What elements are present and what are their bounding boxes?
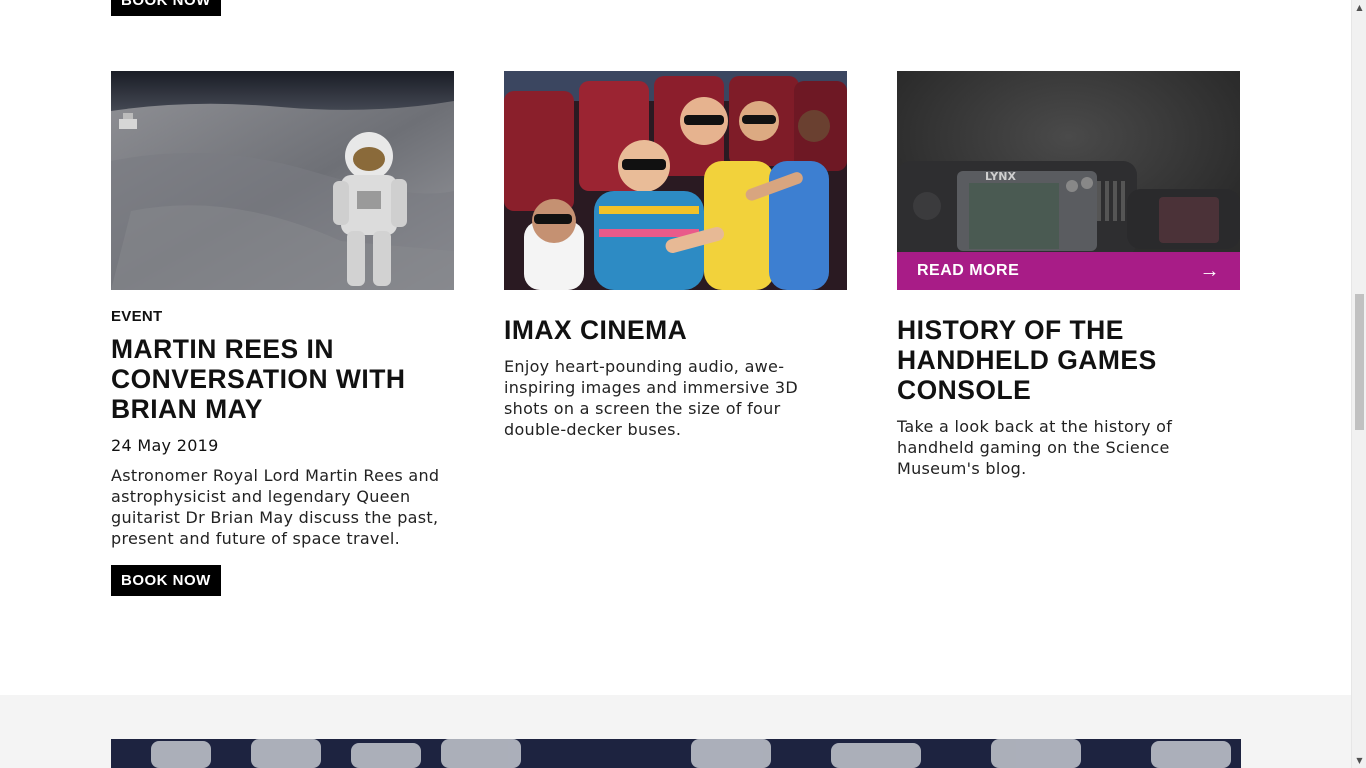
read-more-label: READ MORE xyxy=(917,262,1020,279)
children-3d-glasses-image[interactable] xyxy=(504,71,847,290)
event-date: 24 May 2019 xyxy=(111,436,219,455)
book-now-button-previous[interactable]: BOOK NOW xyxy=(111,0,221,16)
card-description: Astronomer Royal Lord Martin Rees and as… xyxy=(111,466,440,548)
scroll-down-icon[interactable]: ▼ xyxy=(1352,753,1366,768)
card-title[interactable]: MARTIN REES IN CONVERSATION WITH BRIAN M… xyxy=(111,334,447,424)
read-more-button[interactable]: READ MORE → xyxy=(897,252,1240,290)
scrollbar-thumb[interactable] xyxy=(1355,294,1364,430)
vertical-scrollbar[interactable]: ▲ ▼ xyxy=(1351,0,1366,768)
card-description: Take a look back at the history of handh… xyxy=(897,417,1173,478)
handheld-consoles-card: LYNX READ MORE → HISTORY OF THE HANDHELD… xyxy=(897,71,1240,479)
section-banner-image xyxy=(111,739,1241,768)
card-description: Enjoy heart-pounding audio, awe-inspirin… xyxy=(504,357,798,439)
arrow-right-icon: → xyxy=(1199,260,1220,282)
card-title[interactable]: HISTORY OF THE HANDHELD GAMES CONSOLE xyxy=(897,315,1233,405)
svg-text:LYNX: LYNX xyxy=(985,170,1016,183)
event-eyebrow: EVENT xyxy=(111,308,163,325)
imax-cinema-card: IMAX CINEMA Enjoy heart-pounding audio, … xyxy=(504,71,847,440)
card-title[interactable]: IMAX CINEMA xyxy=(504,315,840,345)
scroll-up-icon[interactable]: ▲ xyxy=(1352,0,1366,15)
event-card-martin-rees: EVENT MARTIN REES IN CONVERSATION WITH B… xyxy=(111,71,454,596)
page: BOOK NOW EVENT MARTIN REES IN CONVERSATI… xyxy=(0,0,1351,768)
book-now-button[interactable]: BOOK NOW xyxy=(111,565,221,596)
handheld-consoles-image[interactable]: LYNX READ MORE → xyxy=(897,71,1240,290)
astronaut-moon-image[interactable] xyxy=(111,71,454,290)
